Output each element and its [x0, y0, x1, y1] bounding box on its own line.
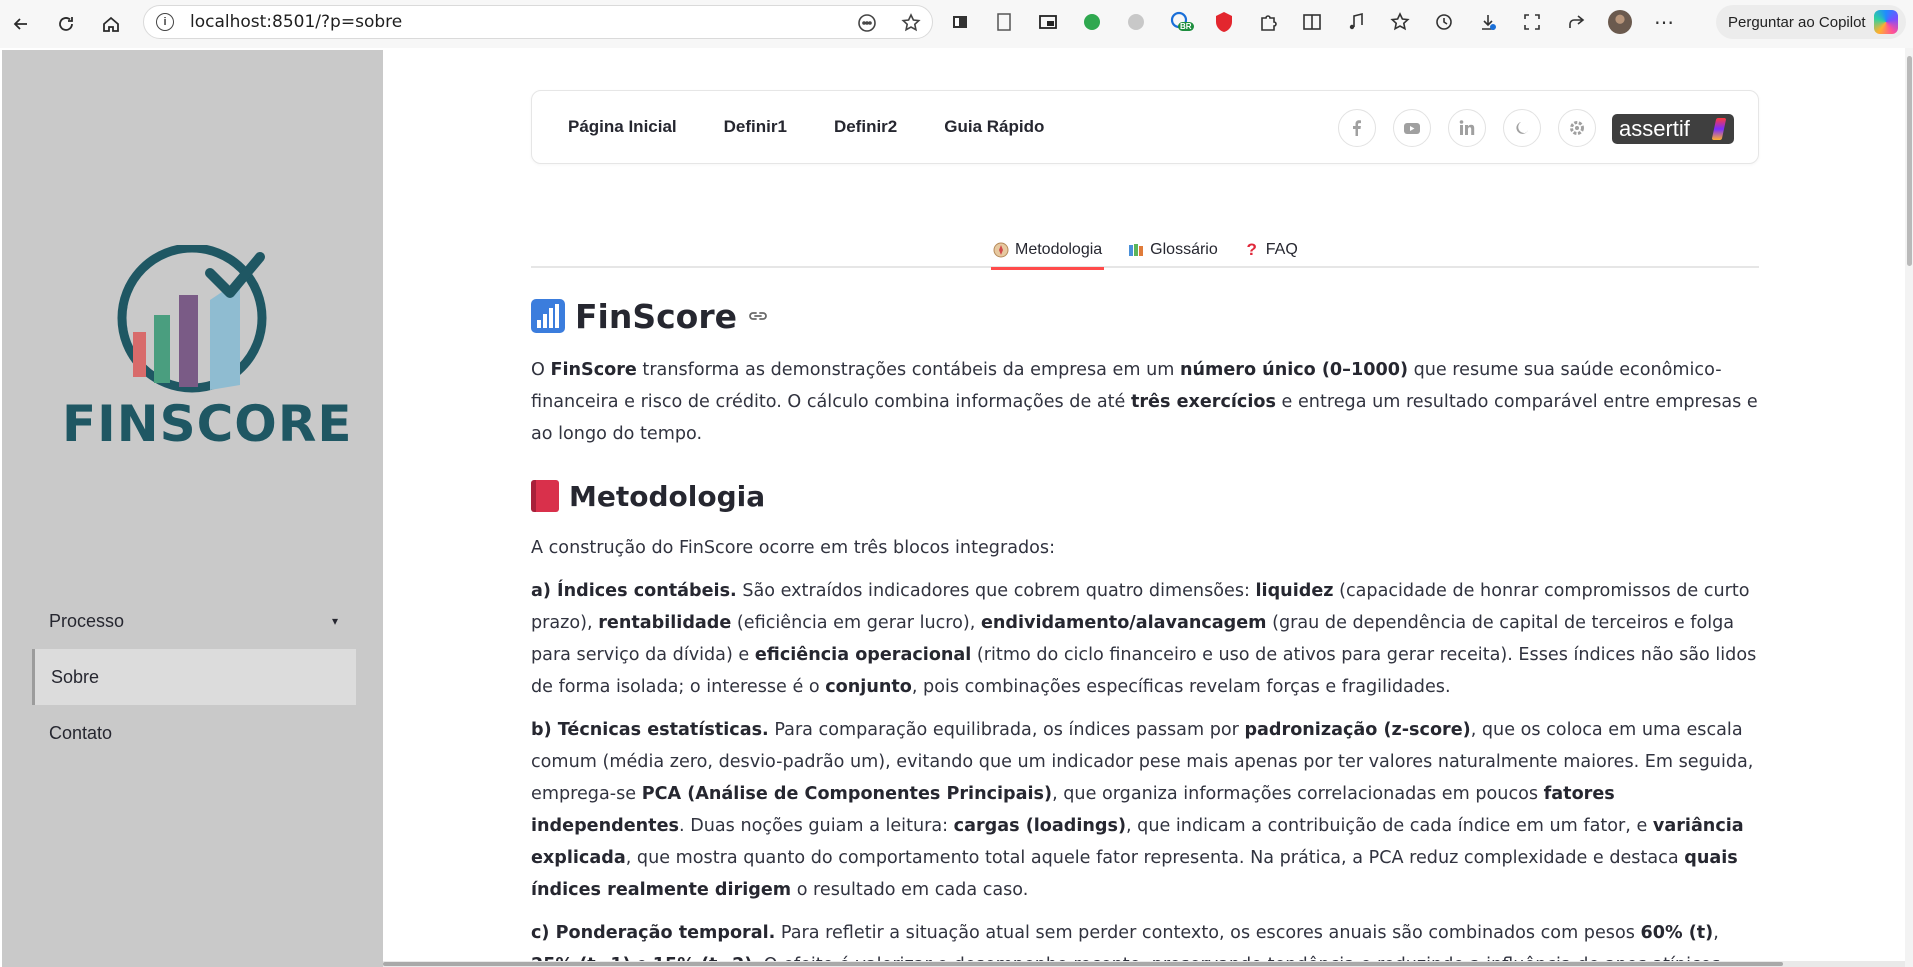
- sidebar-item-label: Processo: [49, 610, 125, 631]
- books-icon: [1128, 242, 1144, 258]
- assertif-brand-badge[interactable]: assertif: [1612, 114, 1734, 144]
- article: FinScore O FinScore transforma as demons…: [531, 292, 1766, 967]
- finscore-logo-graphic: [117, 243, 267, 393]
- favorites-icon[interactable]: [1388, 10, 1412, 34]
- page-viewport: FINSCORE Processo ▾ Sobre Contato Página…: [0, 48, 1913, 967]
- puzzle-extensions-icon[interactable]: [1256, 10, 1280, 34]
- nav-link-home[interactable]: Página Inicial: [568, 117, 677, 137]
- downloads-icon[interactable]: [1476, 10, 1500, 34]
- sidebar-nav: Processo ▾ Sobre Contato: [32, 593, 356, 761]
- section-heading-metodologia: Metodologia: [531, 474, 1766, 518]
- extension-badge: BR: [1178, 22, 1194, 31]
- tab-faq[interactable]: ? FAQ: [1242, 232, 1300, 268]
- back-icon[interactable]: [4, 7, 38, 41]
- scrollbar-thumb[interactable]: [383, 962, 1783, 966]
- page-title: FinScore: [531, 292, 1766, 340]
- sidebar-item-label: Contato: [49, 722, 113, 743]
- copilot-icon: [1874, 10, 1898, 34]
- translate-extension-icon[interactable]: BR: [1168, 10, 1194, 34]
- brand-mark-icon: [1711, 118, 1727, 140]
- main-content: Página Inicial Definir1 Definir2 Guia Rá…: [383, 48, 1913, 967]
- address-bar[interactable]: i localhost:8501/?p=sobre: [143, 5, 933, 39]
- brand-text: assertif: [1619, 116, 1690, 141]
- sidebar-item-label: Sobre: [51, 666, 100, 687]
- bar-chart-icon: [531, 299, 565, 333]
- anchor-link-icon[interactable]: [747, 305, 769, 327]
- extensions-bar: BR ⋯: [948, 10, 1676, 34]
- history-icon[interactable]: [1432, 10, 1456, 34]
- extension-gray-icon[interactable]: [1124, 10, 1148, 34]
- site-info-icon[interactable]: i: [156, 13, 174, 31]
- more-options-icon[interactable]: ⋯: [1652, 10, 1676, 34]
- tab-label: Glossário: [1150, 241, 1218, 258]
- question-mark-icon: ?: [1246, 240, 1257, 259]
- youtube-icon[interactable]: [1393, 109, 1431, 147]
- copilot-button[interactable]: Perguntar ao Copilot: [1716, 5, 1906, 39]
- tab-label: Metodologia: [1015, 241, 1103, 258]
- share-icon[interactable]: [1564, 10, 1588, 34]
- content-tabs: Metodologia Glossário ? FAQ: [531, 232, 1759, 270]
- sidebar-item-sobre[interactable]: Sobre: [32, 649, 356, 705]
- vertical-scrollbar[interactable]: [1905, 48, 1913, 967]
- horizontal-scrollbar[interactable]: [383, 961, 1913, 967]
- finscore-logo: FINSCORE: [62, 243, 353, 465]
- picture-in-picture-icon[interactable]: [1036, 10, 1060, 34]
- profile-avatar[interactable]: [1608, 10, 1632, 34]
- moon-icon[interactable]: [1503, 109, 1541, 147]
- music-icon[interactable]: [1344, 10, 1368, 34]
- home-icon[interactable]: [94, 7, 128, 41]
- block-b-paragraph: b) Técnicas estatísticas. Para comparaçã…: [531, 720, 1754, 900]
- gear-icon[interactable]: [1558, 109, 1596, 147]
- logo-text: FINSCORE: [62, 395, 353, 453]
- browser-toolbar: i localhost:8501/?p=sobre BR ⋯ Perguntar…: [0, 0, 1913, 48]
- refresh-icon[interactable]: [49, 7, 83, 41]
- copilot-label: Perguntar ao Copilot: [1728, 13, 1866, 31]
- tab-glossario[interactable]: Glossário: [1126, 232, 1220, 268]
- adblock-icon[interactable]: [1212, 10, 1236, 34]
- tab-label: FAQ: [1265, 241, 1298, 258]
- caret-down-icon[interactable]: ▾: [332, 614, 338, 628]
- page-title-text: FinScore: [575, 296, 738, 336]
- reader-icon[interactable]: [948, 10, 972, 34]
- block-c-paragraph: c) Ponderação temporal. Para refletir a …: [531, 923, 1726, 967]
- intro-paragraph: O FinScore transforma as demonstrações c…: [531, 360, 1758, 444]
- nav-link-definir1[interactable]: Definir1: [724, 117, 787, 137]
- nav-link-guia-rapido[interactable]: Guia Rápido: [944, 117, 1044, 137]
- block-a-paragraph: a) Índices contábeis. São extraídos indi…: [531, 581, 1757, 697]
- linkedin-icon[interactable]: [1448, 109, 1486, 147]
- screenshot-icon[interactable]: [1520, 10, 1544, 34]
- url-text[interactable]: localhost:8501/?p=sobre: [190, 12, 402, 32]
- section-intro: A construção do FinScore ocorre em três …: [531, 538, 1056, 558]
- top-navbar: Página Inicial Definir1 Definir2 Guia Rá…: [531, 90, 1759, 164]
- split-screen-icon[interactable]: [1300, 10, 1324, 34]
- sidebar-item-contato[interactable]: Contato: [32, 705, 356, 761]
- section-heading-text: Metodologia: [569, 479, 766, 513]
- favorite-star-icon[interactable]: [900, 12, 922, 34]
- sidebar: FINSCORE Processo ▾ Sobre Contato: [2, 50, 383, 967]
- facebook-icon[interactable]: [1338, 109, 1376, 147]
- tab-metodologia[interactable]: Metodologia: [991, 232, 1105, 270]
- closed-book-icon: [531, 480, 559, 512]
- scrollbar-thumb[interactable]: [1907, 56, 1912, 266]
- compass-icon: [993, 242, 1009, 258]
- sidebar-item-processo[interactable]: Processo ▾: [32, 593, 356, 649]
- nav-link-definir2[interactable]: Definir2: [834, 117, 897, 137]
- document-icon[interactable]: [992, 10, 1016, 34]
- reader-mode-icon[interactable]: [856, 12, 878, 34]
- evernote-icon[interactable]: [1080, 10, 1104, 34]
